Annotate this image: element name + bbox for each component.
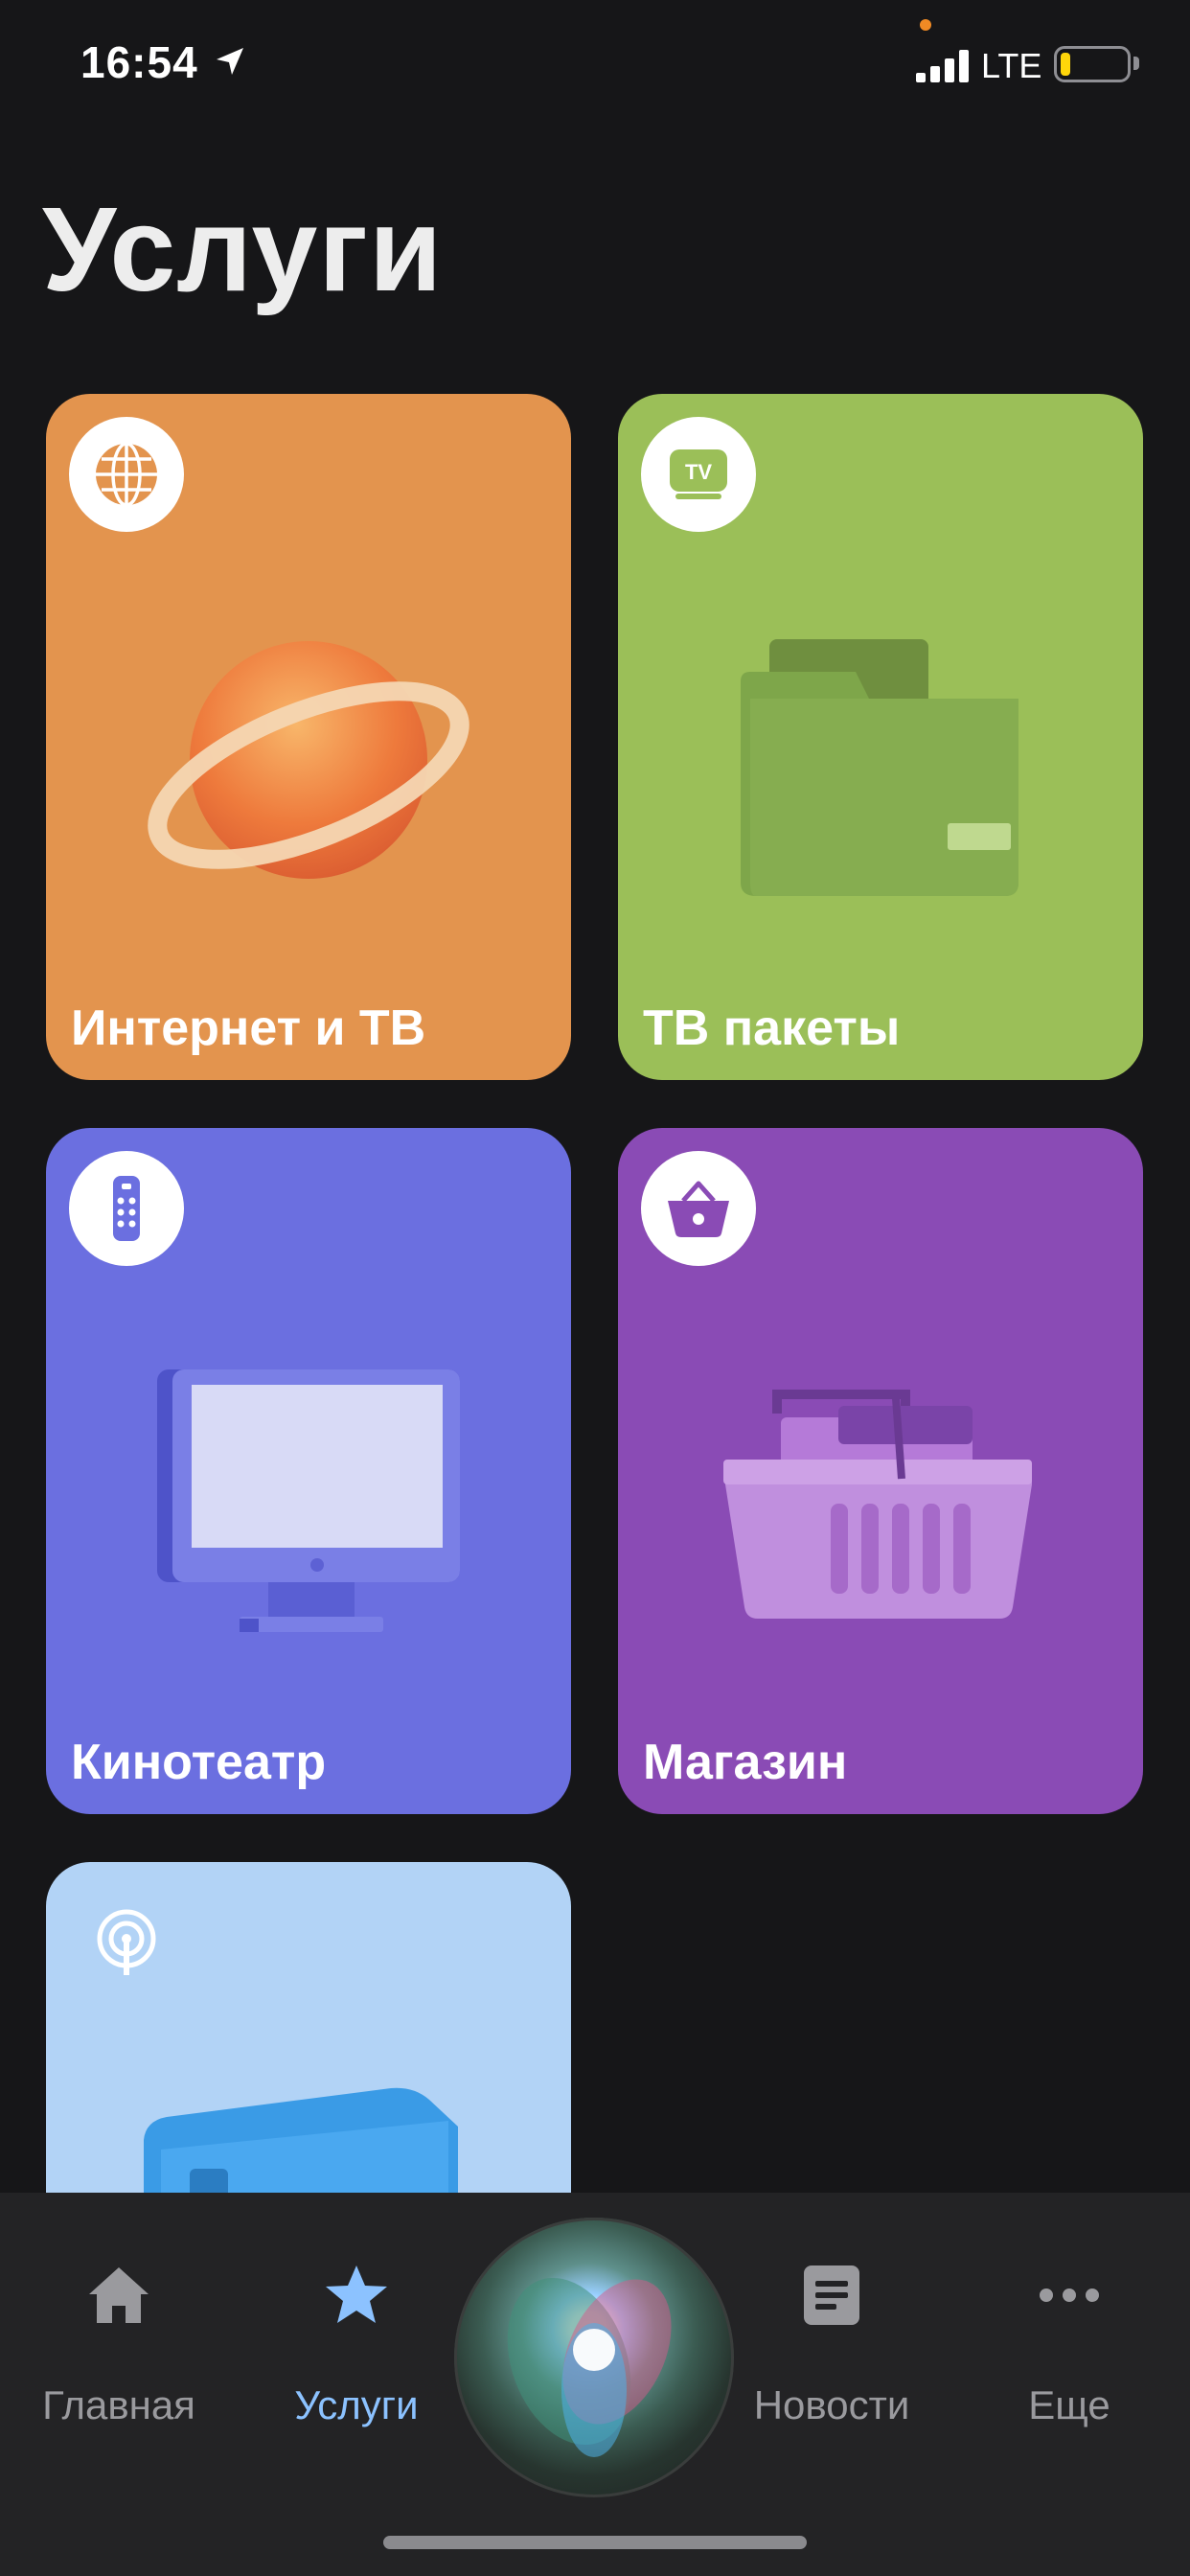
status-time: 16:54: [80, 37, 198, 87]
home-icon: [89, 2267, 149, 2323]
card-icon-badge: [69, 1151, 184, 1266]
globe-icon: [96, 442, 157, 507]
siri-orb-icon: [507, 2277, 672, 2457]
card-label: Интернет и ТВ: [71, 1000, 426, 1056]
battery-level: [1061, 53, 1070, 76]
tv-icon-text: TV: [685, 460, 712, 484]
tab-services[interactable]: Услуги: [241, 2262, 471, 2427]
location-arrow-icon: [217, 48, 243, 75]
card-cinema[interactable]: Кинотеатр: [46, 1128, 571, 1814]
card-icon-badge: [69, 417, 184, 532]
broadcast-icon: [97, 1909, 156, 1975]
tab-label: Услуги: [294, 2382, 419, 2427]
tab-more[interactable]: Еще: [954, 2262, 1184, 2427]
battery-cap: [1133, 57, 1139, 70]
news-icon: [804, 2266, 859, 2325]
card-label: ТВ пакеты: [643, 1000, 901, 1056]
more-icon: [1040, 2288, 1099, 2302]
tab-home[interactable]: Главная: [4, 2262, 234, 2427]
card-internet-tv[interactable]: Интернет и ТВ: [46, 394, 571, 1080]
home-indicator[interactable]: [383, 2536, 807, 2549]
mic-indicator-dot: [920, 19, 931, 31]
basket-icon: [668, 1181, 729, 1237]
signal-strength-icon: [916, 50, 969, 82]
card-icon-badge: [69, 1885, 184, 2000]
network-type: LTE: [981, 46, 1042, 85]
card-tv-packages[interactable]: TV ТВ пакеты: [618, 394, 1143, 1080]
tv-icon: TV: [670, 449, 727, 499]
card-label: Кинотеатр: [71, 1735, 327, 1790]
tab-label: Еще: [1028, 2382, 1110, 2427]
status-bar: 16:54 LTE: [0, 0, 1190, 125]
page-title: Услуги: [42, 184, 444, 316]
card-shop[interactable]: Магазин: [618, 1128, 1143, 1814]
tab-label: Новости: [753, 2382, 910, 2427]
tab-news[interactable]: Новости: [717, 2262, 947, 2427]
star-icon: [326, 2266, 387, 2323]
siri-orb-button[interactable]: [454, 2218, 734, 2497]
remote-icon: [113, 1176, 140, 1241]
card-icon-badge: [641, 1151, 756, 1266]
card-icon-badge: TV: [641, 417, 756, 532]
card-label: Магазин: [643, 1735, 848, 1790]
tab-label: Главная: [42, 2382, 195, 2427]
battery-icon: [1054, 46, 1131, 82]
